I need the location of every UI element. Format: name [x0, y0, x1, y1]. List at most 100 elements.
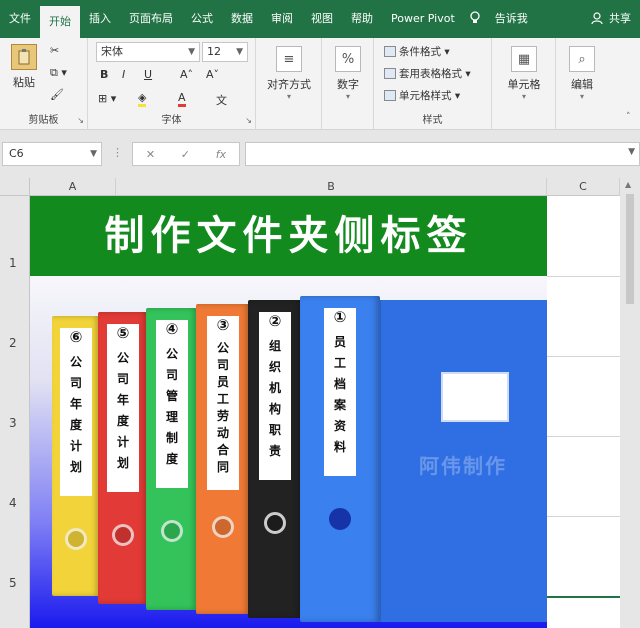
- spine-char: 公: [165, 347, 178, 361]
- enter-icon[interactable]: ✓: [181, 148, 190, 161]
- spine-label: ③ 公司员工劳动合同: [207, 316, 239, 490]
- tell-me-search[interactable]: 告诉我: [486, 0, 537, 38]
- formula-buttons: ✕ ✓ fx: [132, 142, 240, 166]
- row-header-1[interactable]: 1: [0, 196, 30, 276]
- group-editing: ⌕ 编辑 ▾: [556, 38, 608, 130]
- spine-char: 机: [268, 381, 281, 395]
- font-color-button[interactable]: A: [178, 92, 186, 107]
- spine-char: 工: [333, 356, 346, 370]
- align-icon: ≡: [276, 46, 302, 72]
- number-format-button[interactable]: % 数字 ▾: [326, 46, 370, 101]
- scroll-up-icon[interactable]: ▲: [625, 180, 631, 189]
- tab-review[interactable]: 审阅: [262, 0, 302, 38]
- format-painter-icon[interactable]: 🖌: [50, 88, 64, 101]
- selected-cell-c6[interactable]: [547, 596, 620, 598]
- column-c-cells[interactable]: [547, 196, 620, 628]
- tab-file[interactable]: 文件: [0, 0, 40, 38]
- font-name-select[interactable]: 宋体 ▼: [96, 42, 200, 62]
- column-header-c[interactable]: C: [547, 178, 620, 196]
- font-group-label: 字体: [161, 115, 182, 126]
- binder-spine-3: ③ 公司员工劳动合同: [196, 304, 250, 614]
- gridline: [547, 516, 620, 517]
- row-header-6[interactable]: [0, 596, 30, 628]
- resize-handle-icon[interactable]: ⋮: [112, 146, 123, 159]
- cancel-icon[interactable]: ✕: [146, 148, 155, 161]
- tab-help[interactable]: 帮助: [342, 0, 382, 38]
- spine-char: 档: [333, 377, 346, 391]
- tab-data[interactable]: 数据: [222, 0, 262, 38]
- spine-char: 司: [165, 368, 178, 382]
- lightbulb-icon: [464, 10, 486, 28]
- binder-ring-icon: [212, 516, 234, 538]
- spine-char: 资: [333, 419, 346, 433]
- group-clipboard: 粘贴 ✂ ⧉ ▾ 🖌 剪贴板 ↘: [0, 38, 88, 130]
- tab-formulas[interactable]: 公式: [182, 0, 222, 38]
- cells-button[interactable]: ▦ 单元格 ▾: [496, 46, 552, 101]
- paste-button[interactable]: 粘贴: [6, 44, 42, 90]
- spine-label: ⑤ 公司年度计划: [107, 324, 139, 492]
- tab-page-layout[interactable]: 页面布局: [120, 0, 182, 38]
- vertical-scrollbar[interactable]: ▲: [620, 178, 640, 628]
- bold-button[interactable]: B: [100, 68, 108, 81]
- font-size-select[interactable]: 12 ▼: [202, 42, 248, 62]
- chevron-down-icon: ▼: [188, 47, 195, 57]
- conditional-format-icon: [384, 46, 396, 57]
- conditional-format-button[interactable]: 条件格式 ▾: [384, 44, 450, 59]
- cell-style-button[interactable]: 单元格样式 ▾: [384, 88, 460, 103]
- binder-spine-2: ② 组织机构职责: [248, 300, 302, 618]
- shrink-font-button[interactable]: A˅: [206, 68, 219, 81]
- formula-input[interactable]: ▼: [245, 142, 640, 166]
- collapse-ribbon-icon[interactable]: ˄: [626, 112, 631, 122]
- styles-group-label: 样式: [422, 115, 443, 126]
- name-box[interactable]: C6 ▼: [2, 142, 102, 166]
- row-header-4[interactable]: 4: [0, 436, 30, 516]
- alignment-button[interactable]: ≡ 对齐方式 ▾: [260, 46, 318, 101]
- spine-number: ⑤: [116, 324, 130, 342]
- binder-front-cover: 阿伟制作: [379, 300, 547, 622]
- copy-icon[interactable]: ⧉ ▾: [50, 66, 67, 80]
- tab-insert[interactable]: 插入: [80, 0, 120, 38]
- editing-button[interactable]: ⌕ 编辑 ▾: [560, 46, 604, 101]
- tab-home[interactable]: 开始: [40, 6, 80, 38]
- spine-char: 制: [165, 431, 178, 445]
- spine-char: 织: [268, 360, 281, 374]
- spine-number: ③: [216, 316, 230, 334]
- phonetic-button[interactable]: 文: [216, 92, 227, 108]
- spine-number: ④: [165, 320, 179, 338]
- scrollbar-thumb[interactable]: [626, 194, 634, 304]
- grow-font-button[interactable]: A˄: [180, 68, 193, 81]
- clipboard-launcher-icon[interactable]: ↘: [77, 116, 84, 125]
- column-header-a[interactable]: A: [30, 178, 116, 196]
- spine-char: 年: [116, 393, 129, 407]
- gridline: [547, 276, 620, 277]
- italic-button[interactable]: I: [122, 68, 125, 81]
- spine-char: 公: [116, 351, 129, 365]
- cut-icon[interactable]: ✂: [50, 44, 59, 57]
- spine-number: ②: [268, 312, 282, 330]
- spine-char: 划: [116, 456, 129, 470]
- tab-power-pivot[interactable]: Power Pivot: [382, 0, 464, 38]
- row-header-2[interactable]: 2: [0, 276, 30, 356]
- table-format-button[interactable]: 套用表格格式 ▾: [384, 66, 471, 81]
- share-button[interactable]: 共享: [609, 0, 640, 38]
- spine-char: 度: [69, 418, 82, 432]
- spine-char: 案: [333, 398, 346, 412]
- ribbon-tabs: 文件 开始 插入 页面布局 公式 数据 审阅 视图 帮助 Power Pivot…: [0, 0, 640, 38]
- chevron-down-icon: ▼: [90, 149, 97, 159]
- group-number: % 数字 ▾: [322, 38, 374, 130]
- spine-char: 动: [216, 426, 229, 440]
- fill-color-icon[interactable]: ◈: [138, 92, 147, 107]
- insert-function-icon[interactable]: fx: [216, 148, 226, 161]
- select-all-corner[interactable]: [0, 178, 30, 196]
- column-header-b[interactable]: B: [116, 178, 547, 196]
- row-header-5[interactable]: 5: [0, 516, 30, 596]
- spine-char: 度: [116, 414, 129, 428]
- group-cells: ▦ 单元格 ▾: [492, 38, 556, 130]
- spine-char: 料: [333, 440, 346, 454]
- border-icon[interactable]: ⊞ ▾: [98, 92, 116, 105]
- tab-view[interactable]: 视图: [302, 0, 342, 38]
- spine-char: 度: [165, 452, 178, 466]
- underline-button[interactable]: U: [144, 68, 152, 81]
- row-header-3[interactable]: 3: [0, 356, 30, 436]
- font-launcher-icon[interactable]: ↘: [245, 116, 252, 125]
